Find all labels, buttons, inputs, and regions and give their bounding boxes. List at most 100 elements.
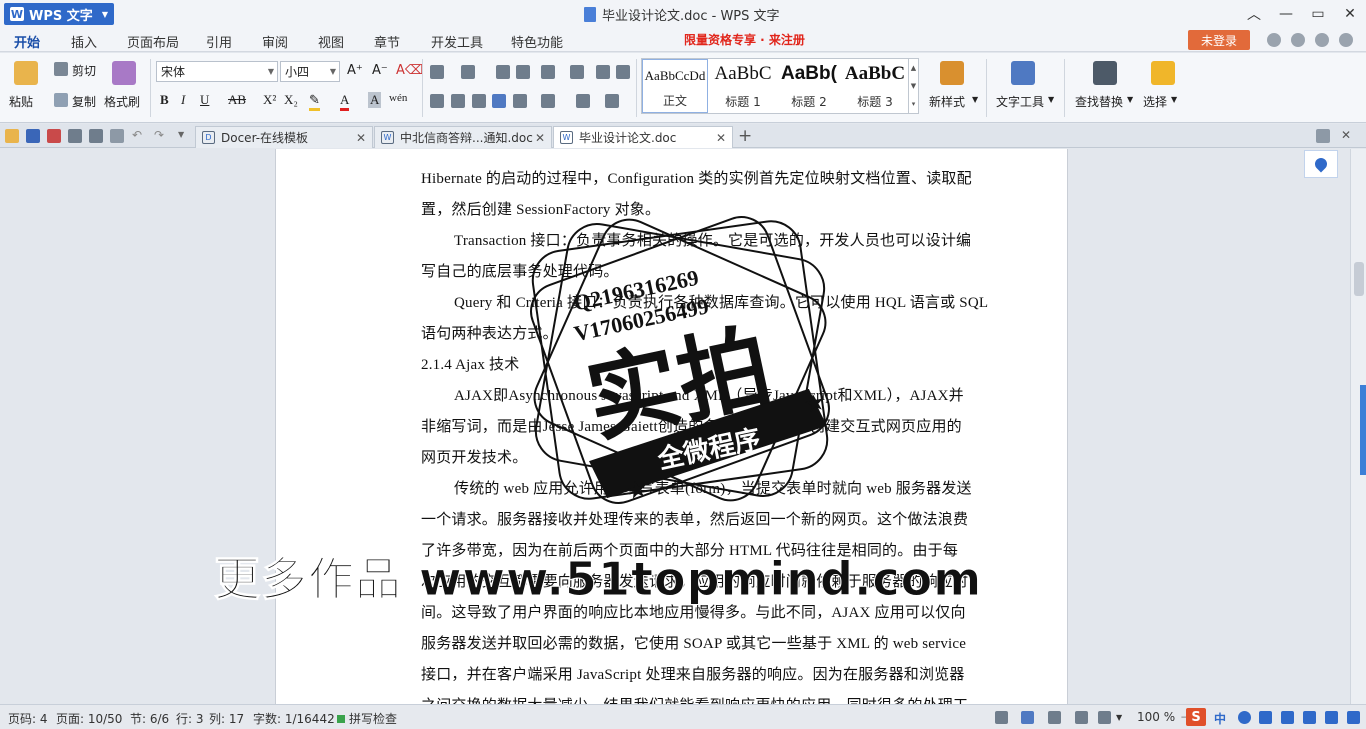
document-line[interactable]: AJAX即Asynchronous Javascript and XML（异步J… (454, 384, 1026, 405)
document-line[interactable]: 语句两种表达方式。 (421, 322, 993, 343)
side-panel-toggle[interactable] (1360, 385, 1366, 475)
keyboard-icon[interactable] (1281, 711, 1294, 724)
subscript-icon[interactable]: X₂ (284, 92, 298, 108)
reading-mode-icon[interactable] (1098, 711, 1111, 724)
copy-button[interactable]: 复制 (72, 93, 96, 110)
bullet-list-icon[interactable] (430, 65, 444, 79)
restore-doc-icon[interactable] (1316, 129, 1330, 143)
print-icon[interactable] (68, 129, 82, 143)
document-line[interactable]: Hibernate 的启动的过程中，Configuration 类的实例首先定位… (421, 167, 993, 188)
font-color-icon[interactable]: A (340, 92, 350, 111)
justify-icon[interactable] (492, 94, 506, 108)
document-line[interactable]: 网页开发技术。 (421, 446, 993, 467)
paragraph-shading-icon[interactable] (576, 94, 590, 108)
upload-icon[interactable] (1325, 711, 1338, 724)
zoom-level[interactable]: 100 % (1137, 710, 1175, 724)
minimize-button[interactable]: — (1270, 0, 1302, 28)
document-line[interactable]: 置，然后创建 SessionFactory 对象。 (421, 198, 993, 219)
align-center-icon[interactable] (451, 94, 465, 108)
skin-icon[interactable] (1303, 711, 1316, 724)
document-line[interactable]: 非缩写词，而是由Jesse James Gaiett创造的名词，是指一种创建交互… (421, 415, 993, 436)
tab-defense-notice[interactable]: W 中北信商答辩...通知.doc ✕ (374, 126, 552, 148)
web-view-icon[interactable] (1075, 711, 1088, 724)
document-line[interactable]: 接口，并在客户端采用 JavaScript 处理来自服务器的响应。因为在服务器和… (421, 663, 993, 684)
paste-icon[interactable] (14, 61, 38, 85)
select-button[interactable]: 选择 (1143, 93, 1167, 110)
close-doc-icon[interactable]: ✕ (1341, 128, 1351, 142)
settings-icon[interactable] (1347, 711, 1360, 724)
status-word-count[interactable]: 字数: 1/16442 (253, 710, 335, 727)
clear-format-icon[interactable]: A⌫ (396, 63, 423, 78)
collapse-ribbon-button[interactable]: ︿ (1238, 0, 1270, 28)
bold-icon[interactable]: B (160, 92, 169, 108)
document-line[interactable]: 传统的 web 应用允许用户填写表单(form)，当提交表单时就向 web 服务… (454, 477, 1026, 498)
fullscreen-icon[interactable] (995, 711, 1008, 724)
tab-insert[interactable]: 插入 (71, 32, 97, 51)
strikethrough-icon[interactable]: AB (228, 92, 246, 108)
tab-page-layout[interactable]: 页面布局 (127, 32, 179, 51)
cut-button[interactable]: 剪切 (72, 62, 96, 79)
borders-icon[interactable] (605, 94, 619, 108)
align-left-icon[interactable] (430, 94, 444, 108)
document-line[interactable]: 了许多带宽，因为在前后两个页面中的大部分 HTML 代码往往是相同的。由于每 (421, 539, 993, 560)
find-replace-button[interactable]: 查找替换 (1075, 93, 1123, 110)
undo-icon[interactable]: ↶ (132, 128, 142, 142)
italic-icon[interactable]: I (181, 92, 185, 108)
tab-references[interactable]: 引用 (206, 32, 232, 51)
status-page-number[interactable]: 页码: 4 (8, 710, 48, 727)
login-button[interactable]: 未登录 (1188, 30, 1250, 50)
close-tab-icon[interactable]: ✕ (535, 131, 545, 145)
text-tools-button[interactable]: 文字工具 (996, 93, 1044, 110)
customize-toolbar-icon[interactable]: ▼ (178, 130, 184, 139)
show-marks-icon[interactable] (616, 65, 630, 79)
tab-chapter[interactable]: 章节 (374, 32, 400, 51)
decrease-indent-icon[interactable] (496, 65, 510, 79)
promo-link[interactable]: 限量资格专享 · 来注册 (684, 31, 805, 48)
status-section[interactable]: 节: 6/6 (130, 710, 169, 727)
char-shading-icon[interactable]: A (368, 92, 382, 108)
document-line[interactable]: 2.1.4 Ajax 技术 (421, 353, 993, 374)
style-heading-1[interactable]: AaBbC 标题 1 (710, 59, 776, 113)
document-page[interactable]: Hibernate 的启动的过程中，Configuration 类的实例首先定位… (275, 149, 1068, 704)
app-menu-button[interactable]: W WPS 文字 ▼ (4, 3, 114, 25)
close-tab-icon[interactable]: ✕ (716, 131, 726, 145)
status-row[interactable]: 行: 3 (176, 710, 204, 727)
distribute-icon[interactable] (513, 94, 527, 108)
status-column[interactable]: 列: 17 (209, 710, 244, 727)
tab-home[interactable]: 开始 (9, 32, 45, 56)
sync-icon[interactable] (1291, 33, 1305, 47)
close-tab-icon[interactable]: ✕ (356, 131, 366, 145)
new-tab-button[interactable]: + (738, 126, 752, 146)
document-line[interactable]: 写自己的底层事务处理代码。 (421, 260, 993, 281)
moon-icon[interactable] (1238, 711, 1251, 724)
sogou-ime-icon[interactable]: S (1186, 708, 1206, 726)
help-icon[interactable] (1339, 33, 1353, 47)
document-line[interactable]: 次应用的交互都需要向服务器发送请求，应用的响应时间就依赖于服务器的响应时 (421, 570, 993, 591)
skin-icon[interactable] (1267, 33, 1281, 47)
align-right-icon[interactable] (472, 94, 486, 108)
tab-special-features[interactable]: 特色功能 (511, 32, 563, 51)
shrink-font-icon[interactable]: A⁻ (372, 63, 388, 78)
tab-developer[interactable]: 开发工具 (431, 32, 483, 51)
style-gallery-scroll[interactable]: ▲ ▼ ▾ (908, 59, 918, 113)
increase-indent-icon[interactable] (516, 65, 530, 79)
page-view-icon[interactable] (1021, 711, 1034, 724)
outline-view-icon[interactable] (1048, 711, 1061, 724)
save-icon[interactable] (26, 129, 40, 143)
redo-icon[interactable]: ↷ (154, 128, 164, 142)
punctuation-icon[interactable] (1259, 711, 1272, 724)
document-line[interactable]: 之间交换的数据大量减少，结果我们就能看到响应更快的应用。同时很多的处理工 (421, 694, 993, 704)
spell-check-toggle[interactable]: 拼写检查 (337, 710, 397, 727)
line-spacing-icon[interactable] (541, 94, 555, 108)
font-name-select[interactable]: 宋体 ▼ (156, 61, 278, 82)
style-heading-3[interactable]: AaBbC 标题 3 (842, 59, 908, 113)
highlight-icon[interactable]: ✎ (309, 92, 320, 111)
maximize-button[interactable]: ▭ (1302, 0, 1334, 28)
print-preview-icon[interactable] (89, 129, 103, 143)
open-icon[interactable] (5, 129, 19, 143)
tab-review[interactable]: 审阅 (262, 32, 288, 51)
numbered-list-icon[interactable] (461, 65, 475, 79)
document-line[interactable]: Query 和 Criteria 接口：负责执行各种数据库查询。它可以使用 HQ… (454, 291, 1026, 312)
document-line[interactable]: 服务器发送并取回必需的数据，它使用 SOAP 或其它一些基于 XML 的 web… (421, 632, 993, 653)
paste-button[interactable]: 粘贴 (9, 93, 33, 110)
